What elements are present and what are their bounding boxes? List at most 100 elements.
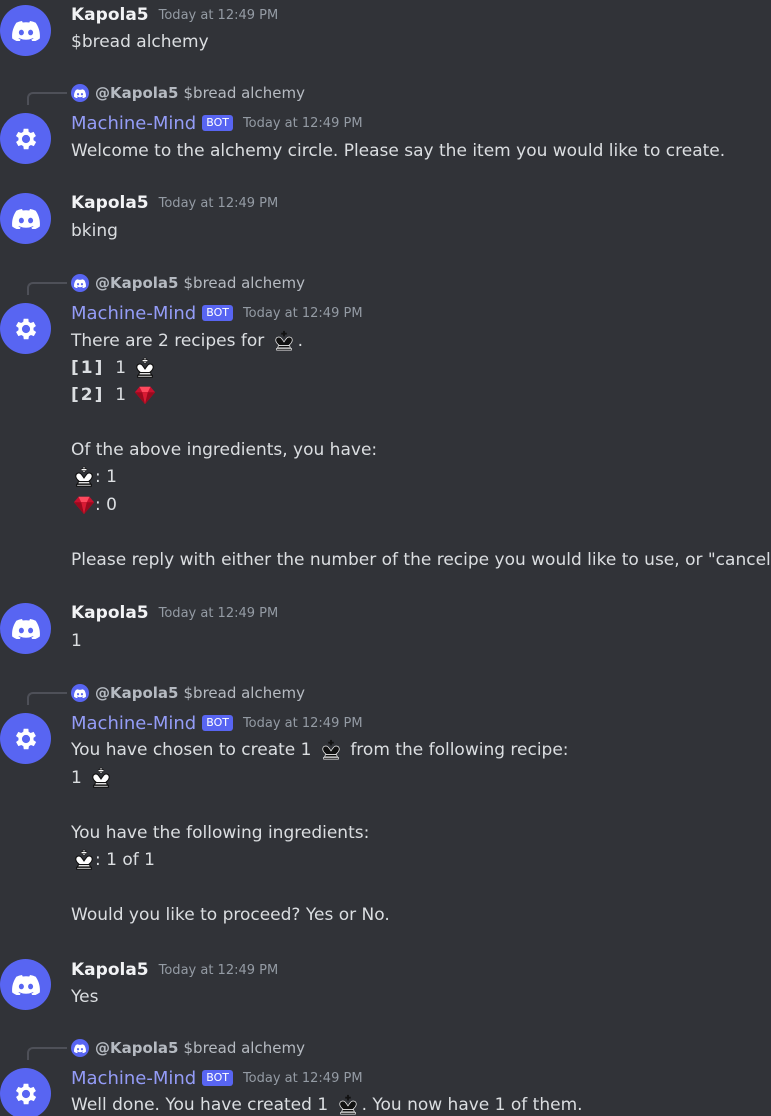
reply-connector xyxy=(27,1047,67,1060)
discord-logo-icon xyxy=(12,619,40,639)
author-name[interactable]: Machine-Mind xyxy=(71,713,196,734)
inventory-ruby: : 0 xyxy=(71,494,117,516)
bot-tag: BOT xyxy=(202,715,233,731)
recipe-qty: 1 xyxy=(115,385,127,405)
message-text: 1 xyxy=(71,631,82,651)
reply-avatar xyxy=(71,1039,89,1057)
timestamp[interactable]: Today at 12:49 PM xyxy=(243,716,363,731)
author-name[interactable]: Machine-Mind xyxy=(71,303,196,324)
bot-avatar[interactable] xyxy=(0,713,51,764)
author-name[interactable]: Kapola5 xyxy=(71,5,149,25)
gear-icon xyxy=(12,1080,40,1108)
ruby-gem-icon xyxy=(73,494,95,516)
reply-avatar xyxy=(71,684,89,702)
recipe-count-line: There are 2 recipes for . xyxy=(71,330,303,352)
timestamp[interactable]: Today at 12:49 PM xyxy=(159,8,279,23)
timestamp[interactable]: Today at 12:49 PM xyxy=(243,1071,363,1086)
white-king-icon xyxy=(73,466,95,488)
reply-preview[interactable]: $bread alchemy xyxy=(184,684,305,702)
chosen-text-tail: from the following recipe: xyxy=(350,740,569,760)
reply-avatar xyxy=(71,274,89,292)
white-king-icon xyxy=(73,849,95,871)
inventory-king: : 1 xyxy=(71,466,117,488)
discord-logo-icon xyxy=(12,21,40,41)
bot-avatar[interactable] xyxy=(0,113,51,164)
reply-reference[interactable]: @Kapola5 $bread alchemy xyxy=(71,83,305,103)
reply-connector xyxy=(27,282,67,295)
reply-prompt: Please reply with either the number of t… xyxy=(71,550,771,570)
author-name[interactable]: Kapola5 xyxy=(71,193,149,213)
ingredient-count: : 1 of 1 xyxy=(95,850,155,870)
timestamp[interactable]: Today at 12:49 PM xyxy=(159,196,279,211)
reply-username[interactable]: @Kapola5 xyxy=(95,1039,179,1057)
author-name[interactable]: Kapola5 xyxy=(71,603,149,623)
reply-username[interactable]: @Kapola5 xyxy=(95,84,179,102)
inventory-intro: Of the above ingredients, you have: xyxy=(71,440,378,460)
message-text: Welcome to the alchemy circle. Please sa… xyxy=(71,141,726,161)
black-king-icon xyxy=(320,739,342,761)
reply-preview[interactable]: $bread alchemy xyxy=(184,84,305,102)
ruby-gem-icon xyxy=(134,384,156,406)
author-name[interactable]: Machine-Mind xyxy=(71,113,196,134)
reply-reference[interactable]: @Kapola5 $bread alchemy xyxy=(71,1038,305,1058)
black-king-icon xyxy=(273,330,295,352)
black-king-icon xyxy=(337,1094,359,1116)
reply-preview[interactable]: $bread alchemy xyxy=(184,274,305,292)
proceed-prompt: Would you like to proceed? Yes or No. xyxy=(71,905,390,925)
timestamp[interactable]: Today at 12:49 PM xyxy=(159,963,279,978)
discord-logo-icon xyxy=(74,89,86,98)
timestamp[interactable]: Today at 12:49 PM xyxy=(243,116,363,131)
recipe-count-text: There are 2 recipes for xyxy=(71,331,265,351)
ingredients-intro: You have the following ingredients: xyxy=(71,823,370,843)
result-text: Well done. You have created 1 xyxy=(71,1095,329,1115)
punctuation: . xyxy=(297,331,304,351)
recipe-line: 1 xyxy=(71,767,115,789)
result-text-tail: . You now have 1 of them. xyxy=(361,1095,583,1115)
gear-icon xyxy=(12,125,40,153)
white-king-icon xyxy=(90,767,112,789)
discord-logo-icon xyxy=(12,209,40,229)
discord-logo-icon xyxy=(74,1044,86,1053)
chosen-recipe-line: You have chosen to create 1 from the fol… xyxy=(71,739,569,761)
reply-reference[interactable]: @Kapola5 $bread alchemy xyxy=(71,273,305,293)
gear-icon xyxy=(12,725,40,753)
reply-preview[interactable]: $bread alchemy xyxy=(184,1039,305,1057)
ingredient-king: : 1 of 1 xyxy=(71,849,155,871)
author-name[interactable]: Kapola5 xyxy=(71,960,149,980)
message-text: $bread alchemy xyxy=(71,32,209,52)
discord-logo-icon xyxy=(74,279,86,288)
reply-username[interactable]: @Kapola5 xyxy=(95,274,179,292)
author-name[interactable]: Machine-Mind xyxy=(71,1068,196,1089)
bot-avatar[interactable] xyxy=(0,303,51,354)
timestamp[interactable]: Today at 12:49 PM xyxy=(243,306,363,321)
message-text: Yes xyxy=(71,987,99,1007)
inventory-count: : 0 xyxy=(95,495,117,515)
bot-tag: BOT xyxy=(202,1070,233,1086)
chosen-text: You have chosen to create 1 xyxy=(71,740,312,760)
user-avatar[interactable] xyxy=(0,603,51,654)
recipe-qty: 1 xyxy=(71,768,82,788)
recipe-option-2: [2] 1 xyxy=(71,384,159,406)
reply-connector xyxy=(27,692,67,705)
bot-tag: BOT xyxy=(202,115,233,131)
timestamp[interactable]: Today at 12:49 PM xyxy=(159,606,279,621)
bot-tag: BOT xyxy=(202,305,233,321)
discord-logo-icon xyxy=(74,689,86,698)
inventory-count: : 1 xyxy=(95,467,117,487)
reply-reference[interactable]: @Kapola5 $bread alchemy xyxy=(71,683,305,703)
user-avatar[interactable] xyxy=(0,193,51,244)
recipe-index: [2] xyxy=(71,385,105,405)
recipe-index: [1] xyxy=(71,358,105,378)
recipe-qty: 1 xyxy=(115,358,127,378)
bot-avatar[interactable] xyxy=(0,1068,51,1116)
reply-avatar xyxy=(71,84,89,102)
user-avatar[interactable] xyxy=(0,959,51,1010)
white-king-icon xyxy=(134,357,156,379)
reply-connector xyxy=(27,92,67,105)
message-text: bking xyxy=(71,221,118,241)
gear-icon xyxy=(12,315,40,343)
discord-logo-icon xyxy=(12,975,40,995)
user-avatar[interactable] xyxy=(0,5,51,56)
result-line: Well done. You have created 1 . You now … xyxy=(71,1094,583,1116)
reply-username[interactable]: @Kapola5 xyxy=(95,684,179,702)
